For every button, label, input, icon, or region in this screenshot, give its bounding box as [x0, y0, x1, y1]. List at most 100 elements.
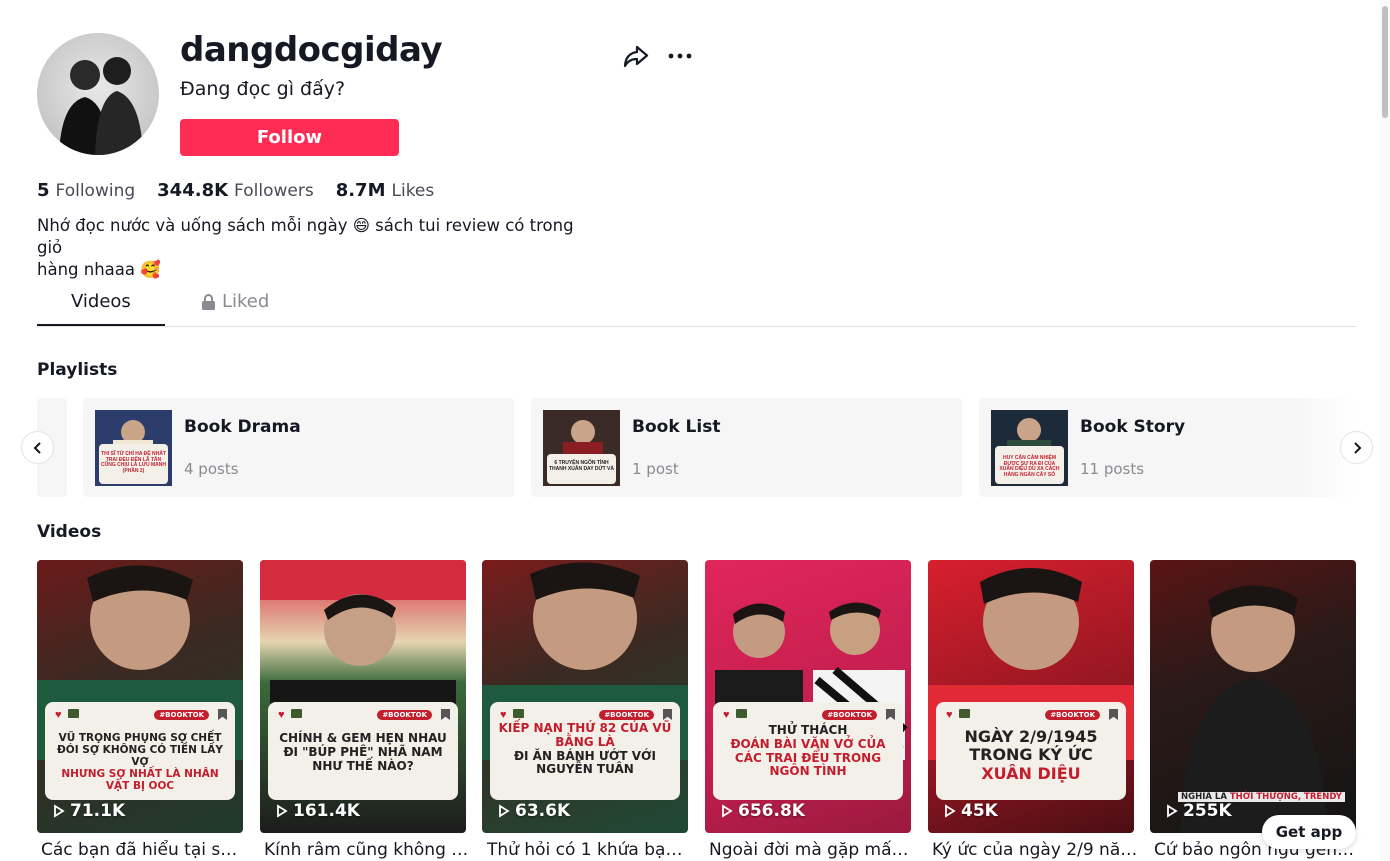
playlist-thumbnail: 6 TRUYỆN NGÔN TÌNH THANH XUÂN DAY DỨT VÀ	[543, 410, 620, 486]
followers-stat[interactable]: 344.8K Followers	[157, 180, 314, 201]
carousel-prev-button[interactable]	[21, 431, 54, 464]
playlist-card-book-drama[interactable]: THI SĨ TỪ CHỈ HA ĐỆ NHẤT TRAI ĐỂU ĐẾN LÃ…	[83, 398, 514, 497]
play-icon	[722, 804, 733, 818]
view-count-value: 71.1K	[70, 801, 126, 821]
scrollbar-track[interactable]	[1380, 0, 1390, 861]
play-icon	[1167, 804, 1178, 818]
playlist-count: 1 post	[632, 460, 679, 478]
view-count: 45K	[944, 801, 998, 821]
video-headline: NGÀY 2/9/1945 TRONG KÝ ỨC	[964, 727, 1098, 765]
profile-tabs: Videos Liked	[37, 287, 1356, 327]
video-thumbnail[interactable]: ♥ #BOOKTOK VŨ TRỌNG PHỤNG SỢ CHẾT ĐÓI SỢ…	[37, 560, 243, 833]
following-label: Following	[55, 181, 136, 201]
follow-button[interactable]: Follow	[180, 119, 399, 156]
booktok-tag: #BOOKTOK	[822, 710, 877, 720]
playlist-count: 4 posts	[184, 460, 239, 478]
playlist-thumb-text: 6 TRUYỆN NGÔN TÌNH THANH XUÂN DAY DỨT VÀ	[549, 460, 614, 472]
video-caption-card: ♥ #BOOKTOK KIẾP NẠN THỨ 82 CỦA VŨ BẰNG L…	[490, 702, 680, 800]
likes-label: Likes	[391, 181, 435, 201]
booktok-tag: #BOOKTOK	[154, 710, 209, 720]
booktok-tag: #BOOKTOK	[1045, 710, 1100, 720]
bookmark-icon	[218, 709, 227, 720]
playlist-name: Book Drama	[184, 417, 301, 437]
likes-stat: 8.7M Likes	[336, 180, 435, 201]
playlist-thumb-text: THI SĨ TỪ CHỈ HA ĐỆ NHẤT TRAI ĐỂU ĐẾN LÃ…	[101, 451, 166, 474]
profile-username: dangdocgiday	[180, 30, 443, 70]
view-count-value: 63.6K	[515, 801, 571, 821]
bookmark-icon	[663, 709, 672, 720]
video-title[interactable]: Thử hỏi có 1 khứa bạn "...	[487, 840, 693, 860]
profile-stats: 5 Following 344.8K Followers 8.7M Likes	[37, 180, 434, 201]
video-thumbnail[interactable]: ♥ #BOOKTOK CHÍNH & GEM HẸN NHAU ĐI "BÚP …	[260, 560, 466, 833]
view-count: 255K	[1166, 801, 1232, 821]
view-count: 161.4K	[276, 801, 360, 821]
play-icon	[54, 804, 65, 818]
chevron-left-icon	[33, 441, 41, 454]
likes-count: 8.7M	[335, 180, 386, 201]
view-count: 63.6K	[498, 801, 570, 821]
booktok-tag: #BOOKTOK	[377, 710, 432, 720]
bio-line-2: hàng nhaaa 🥰	[37, 260, 161, 279]
video-thumbnail[interactable]: ♥ #BOOKTOK KIẾP NẠN THỨ 82 CỦA VŨ BẰNG L…	[482, 560, 688, 833]
view-count: 656.8K	[721, 801, 805, 821]
get-app-button[interactable]: Get app	[1262, 815, 1356, 849]
lock-icon	[202, 293, 215, 310]
playlist-card-book-list[interactable]: 6 TRUYỆN NGÔN TÌNH THANH XUÂN DAY DỨT VÀ…	[531, 398, 962, 497]
playlist-name: Book Story	[1080, 417, 1186, 437]
video-headline-accent: NHƯ THẾ NÀO?	[312, 758, 414, 773]
avatar-photo	[59, 57, 143, 155]
playlist-thumbnail: HUY CẬN CẢM NHIỆM ĐƯỢC SỰ RA ĐI CỦA XUÂN…	[991, 410, 1068, 486]
video-title[interactable]: Các bạn đã hiểu tại sao...	[41, 840, 247, 860]
play-icon	[945, 804, 956, 818]
video-headline: THỬ THÁCH	[768, 723, 848, 737]
tab-liked[interactable]: Liked	[201, 291, 269, 312]
video-headline-accent: THỜI THƯỢNG, TRENDY	[1229, 792, 1342, 802]
following-count: 5	[37, 180, 50, 201]
view-count-value: 45K	[961, 801, 998, 821]
scrollbar-thumb[interactable]	[1382, 6, 1388, 118]
playlists-heading: Playlists	[37, 360, 118, 380]
share-icon[interactable]	[622, 42, 650, 70]
more-options-icon[interactable]	[666, 42, 694, 70]
video-caption-card: ♥ #BOOKTOK VŨ TRỌNG PHỤNG SỢ CHẾT ĐÓI SỢ…	[45, 702, 235, 800]
video-caption-card: ♥ #BOOKTOK THỬ THÁCH ĐOÁN BÀI VĂN VỞ CỦA …	[713, 702, 903, 800]
profile-avatar	[37, 33, 159, 155]
tab-videos[interactable]: Videos	[71, 291, 131, 312]
bio-line-1: Nhớ đọc nước và uống sách mỗi ngày 😄 sác…	[37, 216, 574, 257]
profile-nickname: Đang đọc gì đấy?	[180, 78, 346, 100]
tab-liked-label: Liked	[222, 291, 270, 312]
view-count-value: 161.4K	[293, 801, 360, 821]
following-stat[interactable]: 5 Following	[37, 180, 135, 201]
bookmark-icon	[1109, 709, 1118, 720]
video-thumbnail[interactable]: ♥ #BOOKTOK NGÀY 2/9/1945 TRONG KÝ ỨC XUÂN…	[928, 560, 1134, 833]
video-title[interactable]: Kính râm cũng không c...	[264, 840, 470, 860]
video-headline-accent: ĐOÁN BÀI VĂN VỞ CỦA CÁC TRAI ĐỂU TRONG N…	[730, 736, 886, 779]
video-headline-accent: XUÂN DIỆU	[981, 763, 1081, 783]
video-title[interactable]: Ngoài đời mà gặp mấy ...	[709, 840, 915, 860]
play-icon	[499, 804, 510, 818]
video-thumbnail[interactable]: NGHĨA LÀ THỜI THƯỢNG, TRENDY 255K	[1150, 560, 1356, 833]
booktok-tag: #BOOKTOK	[599, 710, 654, 720]
view-count-value: 656.8K	[738, 801, 805, 821]
playlist-name: Book List	[632, 417, 721, 437]
followers-count: 344.8K	[157, 180, 229, 201]
video-headline: KIẾP NẠN THỨ 82 CỦA VŨ BẰNG LÀ	[498, 721, 672, 749]
playlist-thumb-text: HUY CẬN CẢM NHIỆM ĐƯỢC SỰ RA ĐI CỦA XUÂN…	[999, 455, 1060, 478]
bookmark-icon	[441, 709, 450, 720]
video-caption-card: ♥ #BOOKTOK NGÀY 2/9/1945 TRONG KÝ ỨC XUÂN…	[936, 702, 1126, 800]
video-caption-card: ♥ #BOOKTOK CHÍNH & GEM HẸN NHAU ĐI "BÚP …	[268, 702, 458, 800]
videos-heading: Videos	[37, 522, 102, 542]
view-count-value: 255K	[1183, 801, 1232, 821]
video-headline-accent: ĐI ĂN BÁNH ƯỚT VỚI NGUYỄN TUÂN	[513, 748, 656, 777]
playlist-thumbnail: THI SĨ TỪ CHỈ HA ĐỆ NHẤT TRAI ĐỂU ĐẾN LÃ…	[95, 410, 172, 486]
play-icon	[277, 804, 288, 818]
profile-bio: Nhớ đọc nước và uống sách mỗi ngày 😄 sác…	[37, 215, 597, 281]
playlist-count: 11 posts	[1080, 460, 1145, 478]
active-tab-indicator	[37, 324, 165, 326]
followers-label: Followers	[234, 181, 314, 201]
video-thumbnail[interactable]: ♥ #BOOKTOK THỬ THÁCH ĐOÁN BÀI VĂN VỞ CỦA …	[705, 560, 911, 833]
video-title[interactable]: Ký ức của ngày 2/9 năm...	[932, 840, 1138, 860]
carousel-next-button[interactable]	[1340, 431, 1373, 464]
video-headline: CHÍNH & GEM HẸN NHAU ĐI "BÚP PHÊ" NHÃ NA…	[279, 731, 447, 759]
chevron-right-icon	[1353, 441, 1361, 454]
